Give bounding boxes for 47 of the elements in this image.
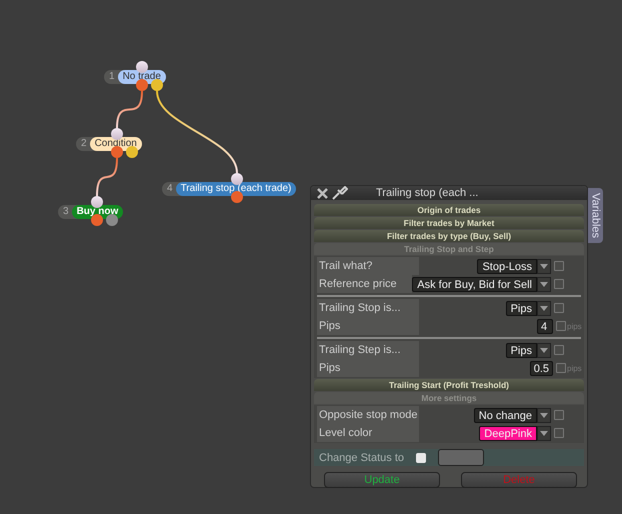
checkbox[interactable] xyxy=(554,303,564,313)
update-button[interactable]: Update xyxy=(324,472,440,488)
input-pin[interactable] xyxy=(136,61,148,73)
caret-icon xyxy=(540,282,548,286)
output-pin[interactable] xyxy=(126,146,138,158)
caret-icon xyxy=(540,412,548,418)
checkbox[interactable] xyxy=(554,279,564,289)
input-pin[interactable] xyxy=(111,128,123,140)
node-label[interactable]: Trailing stop (each trade) xyxy=(176,182,296,196)
connector-line xyxy=(96,158,118,196)
status-label: Change Status to xyxy=(319,452,404,464)
section-header[interactable]: Filter trades by type (Buy, Sell) xyxy=(314,230,584,242)
number-field[interactable]: 4 xyxy=(537,318,553,334)
setting-label: Trailing Stop is... xyxy=(317,299,419,317)
setting-label: Level color xyxy=(317,424,419,442)
setting-label: Reference price xyxy=(317,275,412,293)
panel-title: Trailing stop (each ... xyxy=(376,187,478,199)
checkbox[interactable] xyxy=(554,345,564,355)
input-pin[interactable] xyxy=(91,196,103,208)
setting-label: Opposite stop mode xyxy=(317,406,419,424)
checkbox[interactable] xyxy=(554,428,564,438)
output-pin[interactable] xyxy=(136,79,148,91)
side-tab[interactable]: Variables xyxy=(588,188,603,243)
checkbox[interactable] xyxy=(554,261,564,271)
number-field[interactable]: 0.5 xyxy=(530,360,553,376)
section-header[interactable]: Origin of trades xyxy=(314,204,584,216)
setting-label: Trail what? xyxy=(317,257,419,275)
caret-icon xyxy=(540,348,548,352)
setting-label: Pips xyxy=(317,359,419,377)
pin-icon[interactable] xyxy=(332,186,348,200)
setting-label: Trailing Step is... xyxy=(317,341,419,359)
setting-label: Pips xyxy=(317,317,419,335)
section-header[interactable]: Trailing Start (Profit Treshold) xyxy=(314,379,584,391)
caret-icon xyxy=(540,430,548,436)
checkbox[interactable] xyxy=(554,410,564,420)
status-field[interactable] xyxy=(438,449,484,466)
checkbox[interactable] xyxy=(556,321,566,331)
input-pin[interactable] xyxy=(231,173,243,185)
caret-icon xyxy=(540,306,548,310)
connector-line xyxy=(116,90,143,128)
caret-icon xyxy=(540,264,548,268)
output-pin[interactable] xyxy=(151,79,163,91)
section-header[interactable]: Filter trades by Market xyxy=(314,217,584,229)
checkbox[interactable] xyxy=(416,452,426,462)
checkbox[interactable] xyxy=(556,363,566,373)
close-icon[interactable] xyxy=(317,188,328,198)
output-pin[interactable] xyxy=(111,146,123,158)
